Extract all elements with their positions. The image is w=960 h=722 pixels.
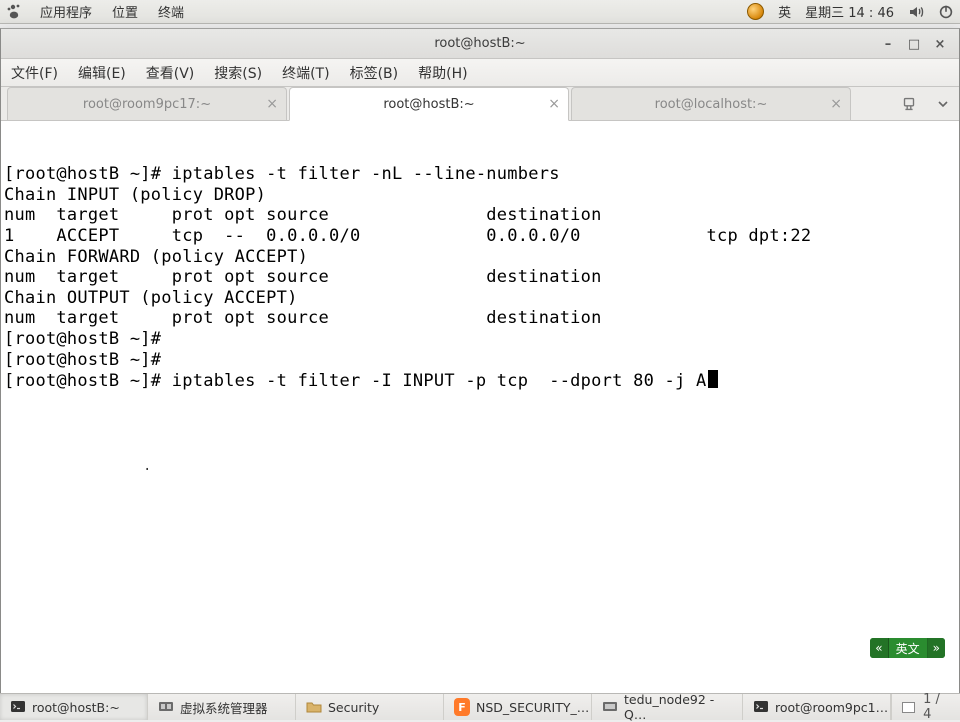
task-label: tedu_node92 - Q… <box>624 692 732 722</box>
terminal-line: num target prot opt source destination <box>4 267 956 288</box>
terminal-line: num target prot opt source destination <box>4 308 956 329</box>
vm-icon <box>158 699 174 715</box>
clock[interactable]: 星期三 14 : 46 <box>805 2 894 21</box>
tab-label: root@localhost:~ <box>655 97 768 112</box>
tab-close-icon[interactable]: × <box>266 96 278 112</box>
tab-label: root@hostB:~ <box>383 97 474 112</box>
ime-status-badge[interactable]: « 英文 » <box>870 638 945 658</box>
task-virtmanager[interactable]: 虚拟系统管理器 <box>148 694 296 720</box>
menu-tabs[interactable]: 标签(B) <box>346 61 403 85</box>
terminal-tab-2[interactable]: root@localhost:~ × <box>571 87 851 120</box>
workspace-thumb-icon <box>902 702 915 713</box>
window-title: root@hostB:~ <box>434 36 525 51</box>
power-icon[interactable] <box>938 4 954 20</box>
menu-terminal[interactable]: 终端 <box>156 2 186 21</box>
terminal-tab-1[interactable]: root@hostB:~ × <box>289 87 569 121</box>
menu-help[interactable]: 帮助(H) <box>414 61 471 85</box>
task-label: NSD_SECURITY_… <box>476 700 589 715</box>
menu-search[interactable]: 搜索(S) <box>210 61 266 85</box>
gnome-foot-icon <box>6 4 22 20</box>
task-qemu-node92[interactable]: tedu_node92 - Q… <box>592 694 743 720</box>
terminal-line: 1 ACCEPT tcp -- 0.0.0.0/0 0.0.0.0/0 tcp … <box>4 226 956 247</box>
terminal-line: [root@hostB ~]# iptables -t filter -I IN… <box>4 370 956 392</box>
tab-label: root@room9pc17:~ <box>83 97 211 112</box>
menu-edit[interactable]: 编辑(E) <box>74 61 130 85</box>
terminal-line: Chain INPUT (policy DROP) <box>4 185 956 206</box>
task-security-folder[interactable]: Security <box>296 694 444 720</box>
terminal-tabbar: root@room9pc17:~ × root@hostB:~ × root@l… <box>1 87 959 121</box>
task-label: root@hostB:~ <box>32 700 120 715</box>
window-maximize-button[interactable]: □ <box>905 35 923 53</box>
terminal-line: [root@hostB ~]# <box>4 329 956 350</box>
terminal-line: Chain OUTPUT (policy ACCEPT) <box>4 288 956 309</box>
menu-view[interactable]: 查看(V) <box>142 61 199 85</box>
task-label: 虚拟系统管理器 <box>180 698 268 717</box>
menu-terminal[interactable]: 终端(T) <box>278 61 333 85</box>
ime-prev-icon[interactable]: « <box>870 638 888 658</box>
input-method-indicator[interactable]: 英 <box>778 2 791 21</box>
window-titlebar[interactable]: root@hostB:~ – □ × <box>1 29 959 59</box>
gnome-topbar: 应用程序 位置 终端 英 星期三 14 : 46 <box>0 0 960 24</box>
pager-label: 1 / 4 <box>923 692 950 722</box>
terminal-icon <box>10 699 26 715</box>
menu-applications[interactable]: 应用程序 <box>38 2 94 21</box>
workspace-pager[interactable]: 1 / 4 <box>891 694 960 720</box>
terminal-cursor <box>708 370 718 388</box>
stray-dot: . <box>143 457 152 478</box>
update-notifier-icon[interactable] <box>747 3 764 20</box>
window-close-button[interactable]: × <box>931 35 949 53</box>
firefox-icon: F <box>454 699 470 715</box>
volume-icon[interactable] <box>908 4 924 20</box>
vm-icon <box>602 699 618 715</box>
terminal-icon <box>753 699 769 715</box>
folder-icon <box>306 699 322 715</box>
terminal-viewport[interactable]: [root@hostB ~]# iptables -t filter -nL -… <box>1 121 959 693</box>
task-label: root@room9pc1… <box>775 700 888 715</box>
tab-close-icon[interactable]: × <box>548 96 560 112</box>
gnome-taskbar: root@hostB:~ 虚拟系统管理器 Security F NSD_SECU… <box>0 693 960 720</box>
ime-label: 英文 <box>889 638 928 658</box>
task-terminal-room9pc1[interactable]: root@room9pc1… <box>743 694 891 720</box>
terminal-menubar: 文件(F) 编辑(E) 查看(V) 搜索(S) 终端(T) 标签(B) 帮助(H… <box>1 59 959 87</box>
ime-next-icon[interactable]: » <box>928 638 945 658</box>
broadcast-icon[interactable] <box>899 94 919 114</box>
window-minimize-button[interactable]: – <box>879 35 897 53</box>
terminal-window: root@hostB:~ – □ × 文件(F) 编辑(E) 查看(V) 搜索(… <box>0 28 960 694</box>
terminal-tab-0[interactable]: root@room9pc17:~ × <box>7 87 287 120</box>
terminal-line: num target prot opt source destination <box>4 205 956 226</box>
task-label: Security <box>328 700 379 715</box>
menu-places[interactable]: 位置 <box>110 2 140 21</box>
terminal-line: [root@hostB ~]# iptables -t filter -nL -… <box>4 164 956 185</box>
task-terminal-hostb[interactable]: root@hostB:~ <box>0 694 148 720</box>
terminal-line: [root@hostB ~]# <box>4 350 956 371</box>
tab-menu-chevron-icon[interactable] <box>933 94 953 114</box>
terminal-line: Chain FORWARD (policy ACCEPT) <box>4 247 956 268</box>
menu-file[interactable]: 文件(F) <box>7 61 62 85</box>
tab-close-icon[interactable]: × <box>830 96 842 112</box>
task-firefox-nsd[interactable]: F NSD_SECURITY_… <box>444 694 592 720</box>
